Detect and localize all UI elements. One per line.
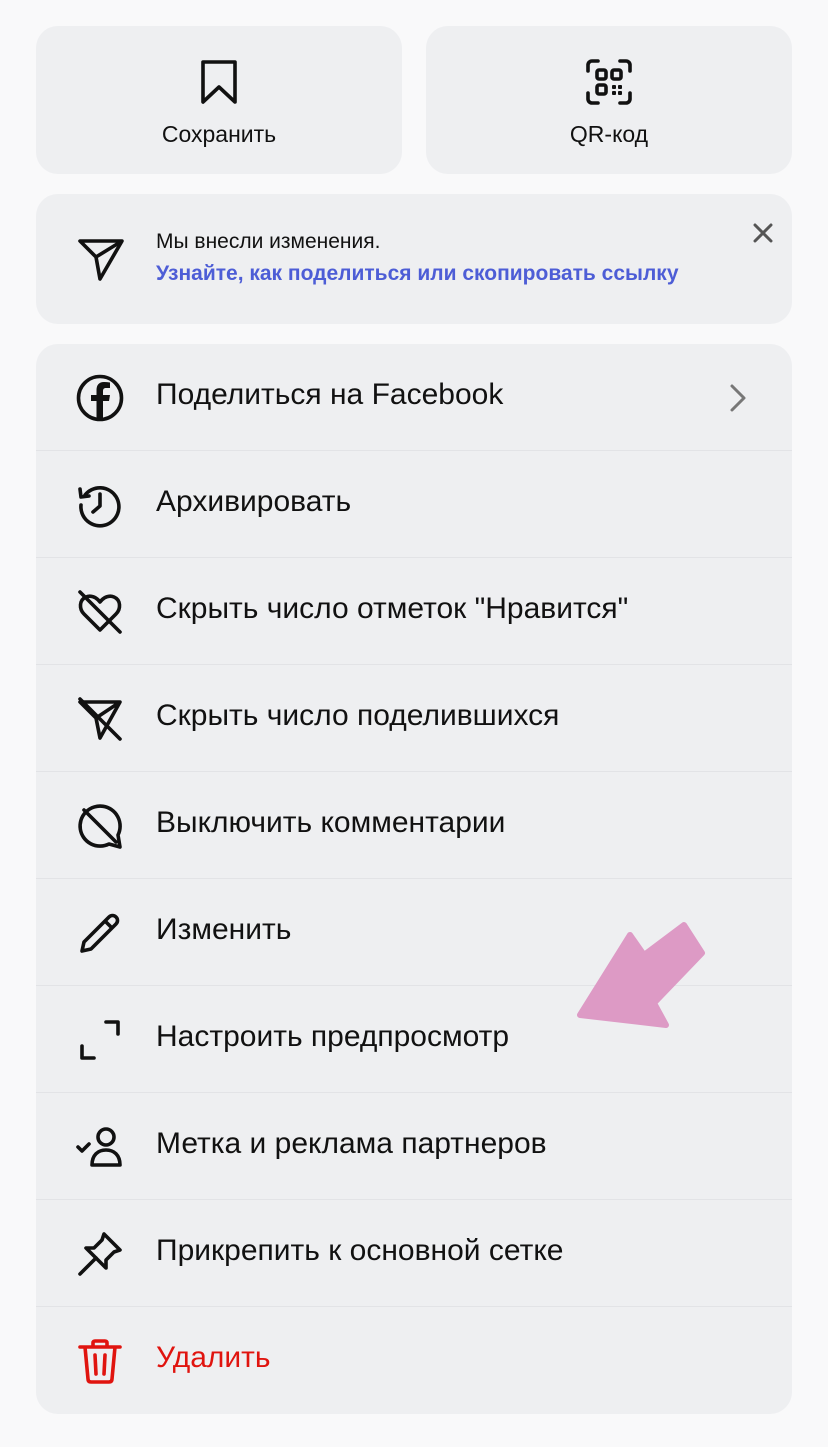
menu-item-share-facebook[interactable]: Поделиться на Facebook: [36, 344, 792, 451]
heart-off-icon: [78, 590, 122, 634]
menu-item-label: Метка и реклама партнеров: [156, 1127, 547, 1160]
qr-code-label: QR-код: [569, 121, 649, 147]
annotation-arrow-icon: [577, 922, 705, 1028]
notice-link[interactable]: Узнайте, как поделиться или скопировать …: [156, 262, 712, 286]
trash-icon: [78, 1339, 122, 1384]
menu-item-partner-label[interactable]: Метка и реклама партнеров: [36, 1093, 792, 1200]
menu-item-label: Архивировать: [156, 485, 352, 518]
qr-code-icon: [586, 59, 632, 105]
pin-icon: [78, 1232, 122, 1276]
qr-code-button[interactable]: QR-код: [426, 26, 792, 174]
person-check-icon: [76, 1127, 122, 1167]
archive-history-icon: [78, 485, 121, 528]
menu-item-label: Прикрепить к основной сетке: [156, 1234, 564, 1267]
menu-item-label: Выключить комментарии: [156, 806, 506, 839]
menu-item-pin-to-grid[interactable]: Прикрепить к основной сетке: [36, 1200, 792, 1307]
menu-item-delete[interactable]: Удалить: [36, 1307, 792, 1414]
menu-item-hide-likes[interactable]: Скрыть число отметок "Нравится": [36, 558, 792, 665]
menu-item-turn-off-comments[interactable]: Выключить комментарии: [36, 772, 792, 879]
menu-item-archive[interactable]: Архивировать: [36, 451, 792, 558]
chevron-right-icon: [730, 384, 746, 412]
menu-item-label: Настроить предпросмотр: [156, 1020, 510, 1053]
notice-title: Мы внесли изменения.: [156, 230, 381, 253]
send-off-icon: [78, 697, 122, 741]
menu-item-label: Удалить: [156, 1341, 271, 1374]
save-button[interactable]: Сохранить: [36, 26, 402, 174]
menu-item-label: Поделиться на Facebook: [156, 378, 504, 411]
comment-off-icon: [78, 804, 122, 849]
paper-plane-icon: [78, 239, 124, 281]
post-options-menu: Поделиться на Facebook Архивировать Скры…: [36, 344, 792, 1414]
close-icon[interactable]: [750, 220, 776, 246]
crop-corners-icon: [80, 1020, 120, 1060]
top-actions: Сохранить QR-код: [36, 26, 792, 174]
save-label: Сохранить: [161, 121, 277, 147]
menu-item-hide-shares[interactable]: Скрыть число поделившихся: [36, 665, 792, 772]
menu-item-label: Изменить: [156, 913, 292, 946]
bookmark-icon: [201, 60, 237, 104]
menu-item-label: Скрыть число поделившихся: [156, 699, 560, 732]
changes-notice: Мы внесли изменения. Узнайте, как подели…: [36, 194, 792, 324]
pencil-icon: [80, 913, 120, 953]
menu-item-label: Скрыть число отметок "Нравится": [156, 592, 629, 625]
facebook-icon: [76, 374, 124, 422]
